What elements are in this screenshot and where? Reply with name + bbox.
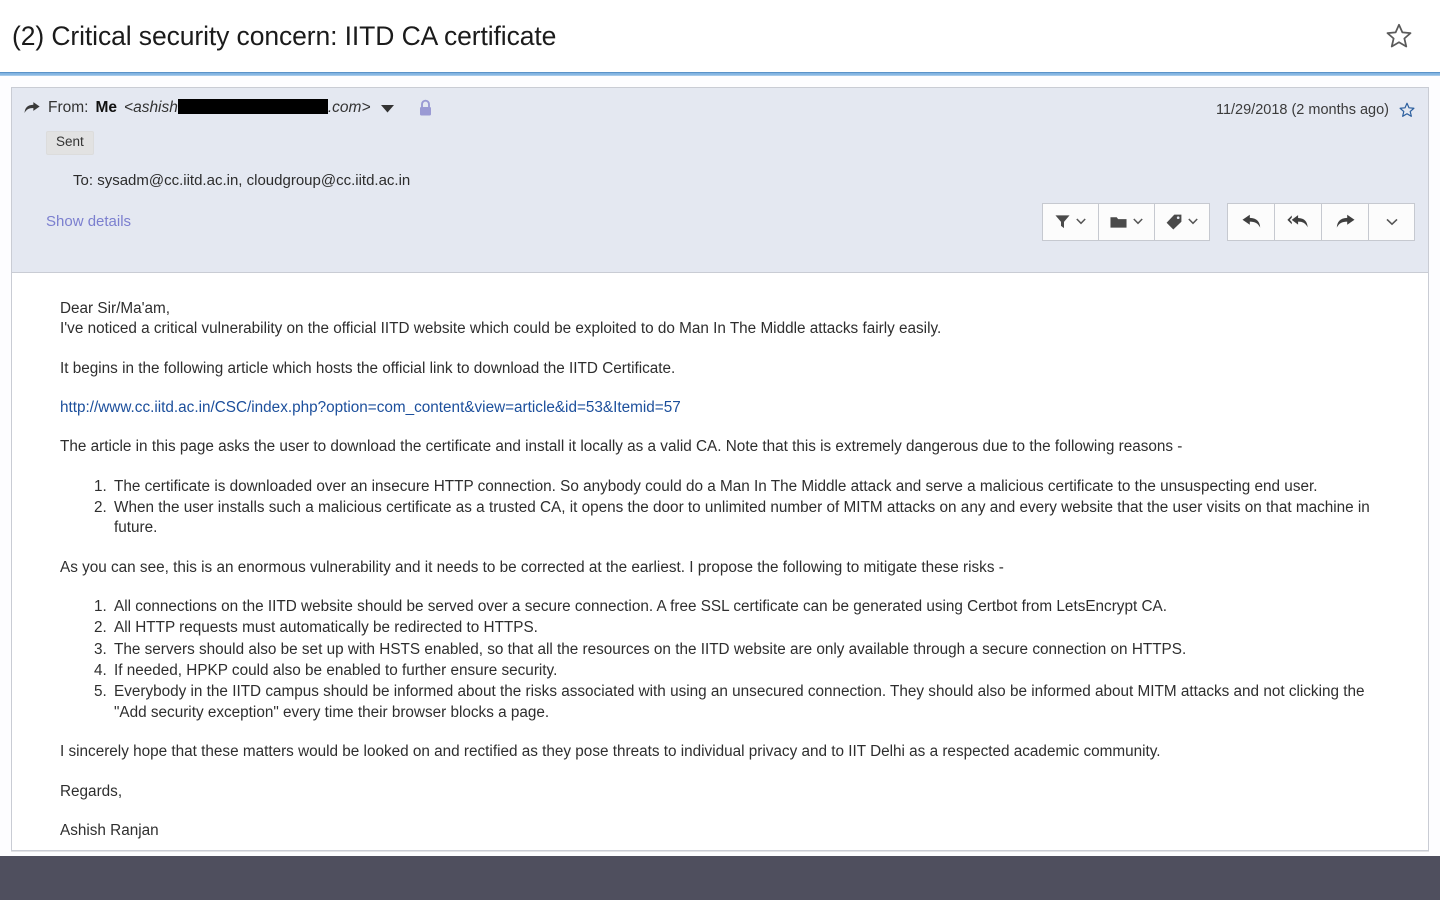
date-line: 11/29/2018 (2 months ago)	[1216, 99, 1416, 119]
folder-badge[interactable]: Sent	[46, 131, 94, 155]
tag-button[interactable]	[1154, 202, 1210, 241]
list-item: When the user installs such a malicious …	[111, 498, 1398, 539]
chevron-down-icon	[1133, 218, 1143, 225]
forward-arrow-icon	[24, 101, 40, 115]
list-item: All HTTP requests must automatically be …	[111, 618, 1398, 638]
list-item: Everybody in the IITD campus should be i…	[111, 682, 1398, 723]
intro-paragraph: I've noticed a critical vulnerability on…	[60, 320, 942, 338]
star-outline-icon[interactable]	[1384, 21, 1414, 51]
proposal-lead-paragraph: As you can see, this is an enormous vuln…	[60, 558, 1004, 576]
filter-button[interactable]	[1042, 202, 1098, 241]
reply-button[interactable]	[1227, 202, 1274, 241]
list-item: The servers should also be set up with H…	[111, 640, 1398, 660]
to-label: To:	[73, 171, 94, 189]
funnel-icon	[1055, 214, 1070, 229]
move-to-folder-button[interactable]	[1098, 202, 1154, 241]
chevron-down-icon[interactable]	[380, 104, 394, 113]
reply-all-button[interactable]	[1274, 202, 1321, 241]
bottom-status-bar	[0, 856, 1440, 900]
message-card: From: Me <ashish .com> 11/29/2018 (2 mon…	[11, 87, 1429, 851]
message-header-top-row: From: Me <ashish .com> 11/29/2018 (2 mon…	[24, 99, 1416, 119]
from-label: From:	[48, 99, 89, 116]
to-recipients: sysadm@cc.iitd.ac.in, cloudgroup@cc.iitd…	[97, 171, 411, 189]
closing-paragraph: I sincerely hope that these matters woul…	[60, 743, 1161, 761]
sign-off: Regards,	[60, 782, 123, 800]
more-actions-button[interactable]	[1368, 202, 1415, 241]
message-body: Dear Sir/Ma'am, I've noticed a critical …	[12, 273, 1428, 850]
forward-arrow-icon	[1336, 214, 1355, 229]
reasons-list: The certificate is downloaded over an in…	[60, 477, 1398, 539]
message-toolbar	[1042, 202, 1415, 241]
from-name: Me	[95, 99, 118, 116]
from-address: <ashish .com>	[124, 99, 371, 116]
article-paragraph: It begins in the following article which…	[60, 359, 676, 377]
reply-button-group	[1227, 202, 1415, 241]
message-area: From: Me <ashish .com> 11/29/2018 (2 mon…	[0, 76, 1440, 860]
chevron-down-icon	[1076, 218, 1086, 225]
message-header-bottom-row: Show details	[24, 202, 1416, 241]
from-line: From: Me <ashish .com>	[24, 99, 433, 117]
list-item: The certificate is downloaded over an in…	[111, 477, 1398, 497]
chevron-down-icon	[1188, 218, 1198, 225]
folder-icon	[1110, 215, 1127, 229]
lock-icon	[418, 99, 433, 117]
list-item: If needed, HPKP could also be enabled to…	[111, 661, 1398, 681]
tag-icon	[1166, 214, 1182, 230]
link-paragraph: http://www.cc.iitd.ac.in/CSC/index.php?o…	[60, 398, 1398, 418]
reply-arrow-icon	[1242, 214, 1261, 229]
star-outline-icon[interactable]	[1398, 101, 1416, 119]
email-viewer-screen: (2) Critical security concern: IITD CA c…	[0, 0, 1440, 900]
subject-header: (2) Critical security concern: IITD CA c…	[0, 0, 1440, 72]
proposals-list: All connections on the IITD website shou…	[60, 597, 1398, 723]
list-item: All connections on the IITD website shou…	[111, 597, 1398, 617]
salutation: Dear Sir/Ma'am,	[60, 300, 171, 317]
message-date: 11/29/2018 (2 months ago)	[1215, 102, 1389, 118]
forward-button[interactable]	[1321, 202, 1368, 241]
message-header: From: Me <ashish .com> 11/29/2018 (2 mon…	[12, 88, 1428, 273]
sender-name: Ashish Ranjan	[60, 821, 159, 839]
organize-button-group	[1042, 202, 1210, 241]
chevron-down-icon	[1385, 218, 1398, 226]
reasons-lead-paragraph: The article in this page asks the user t…	[60, 438, 1183, 456]
show-details-link[interactable]: Show details	[46, 213, 131, 230]
to-line: To: sysadm@cc.iitd.ac.in, cloudgroup@cc.…	[73, 172, 1416, 189]
reply-all-arrow-icon	[1287, 214, 1309, 229]
article-link[interactable]: http://www.cc.iitd.ac.in/CSC/index.php?o…	[60, 399, 681, 416]
redacted-address-block	[177, 99, 328, 114]
page-title: (2) Critical security concern: IITD CA c…	[12, 20, 557, 51]
